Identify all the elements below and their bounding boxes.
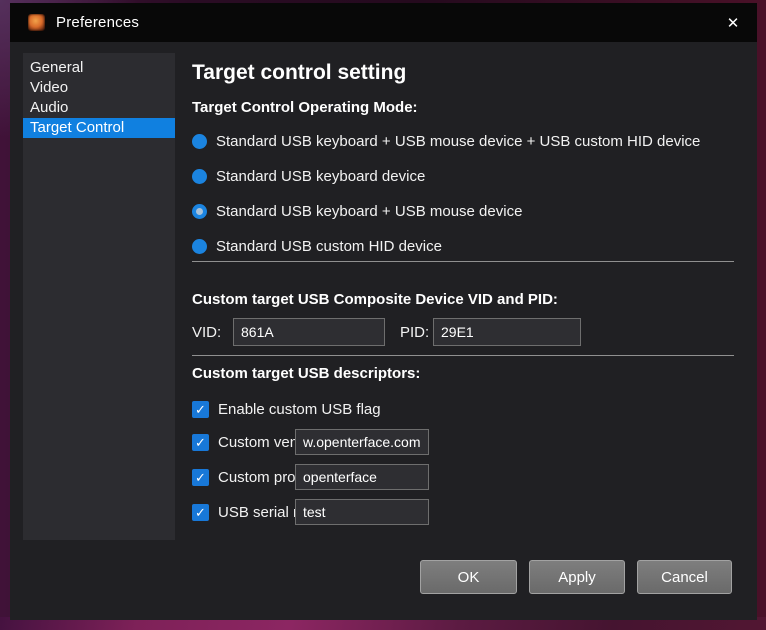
radio-unchecked-icon xyxy=(192,134,207,149)
ok-button[interactable]: OK xyxy=(420,560,517,594)
enable-custom-usb-flag-row[interactable]: Enable custom USB flag xyxy=(192,396,381,422)
checkbox-label: Enable custom USB flag xyxy=(218,401,381,418)
preferences-dialog: Preferences ✕ General Video Audio Target… xyxy=(10,3,757,620)
checkbox-checked-icon xyxy=(192,469,209,486)
radio-option-kb[interactable]: Standard USB keyboard device xyxy=(192,165,425,187)
product-descriptor-input[interactable] xyxy=(295,464,429,490)
radio-option-label: Standard USB keyboard + USB mouse device… xyxy=(216,133,700,150)
vid-pid-row: VID: PID: xyxy=(192,318,221,346)
sidebar-item-general[interactable]: General xyxy=(23,58,175,78)
radio-unchecked-icon xyxy=(192,239,207,254)
titlebar: Preferences ✕ xyxy=(10,3,757,42)
sidebar-item-audio[interactable]: Audio xyxy=(23,98,175,118)
checkbox-checked-icon xyxy=(192,401,209,418)
radio-unchecked-icon xyxy=(192,169,207,184)
checkbox-checked-icon xyxy=(192,434,209,451)
checkbox-checked-icon xyxy=(192,504,209,521)
radio-option-label: Standard USB custom HID device xyxy=(216,238,442,255)
radio-option-label: Standard USB keyboard device xyxy=(216,168,425,185)
vid-input[interactable] xyxy=(233,318,385,346)
vid-label: VID: xyxy=(192,324,221,341)
page-title: Target control setting xyxy=(192,61,406,85)
sidebar-item-target-control[interactable]: Target Control xyxy=(23,118,175,138)
radio-option-label: Standard USB keyboard + USB mouse device xyxy=(216,203,522,220)
radio-option-custom-hid[interactable]: Standard USB custom HID device xyxy=(192,235,442,257)
pid-label: PID: xyxy=(400,324,429,341)
radio-option-kb-mouse-hid[interactable]: Standard USB keyboard + USB mouse device… xyxy=(192,130,700,152)
operating-mode-heading: Target Control Operating Mode: xyxy=(192,99,418,116)
sidebar: General Video Audio Target Control xyxy=(23,53,175,540)
screen-background: Preferences ✕ General Video Audio Target… xyxy=(0,0,766,630)
vendor-descriptor-input[interactable] xyxy=(295,429,429,455)
radio-option-kb-mouse[interactable]: Standard USB keyboard + USB mouse device xyxy=(192,200,522,222)
vid-pid-heading: Custom target USB Composite Device VID a… xyxy=(192,291,558,308)
pid-input[interactable] xyxy=(433,318,581,346)
window-title: Preferences xyxy=(56,14,139,31)
serial-number-input[interactable] xyxy=(295,499,429,525)
apply-button[interactable]: Apply xyxy=(529,560,625,594)
close-icon[interactable]: ✕ xyxy=(711,3,755,42)
radio-checked-icon xyxy=(192,204,207,219)
descriptors-heading: Custom target USB descriptors: xyxy=(192,365,420,382)
app-icon xyxy=(28,14,45,31)
cancel-button[interactable]: Cancel xyxy=(637,560,732,594)
sidebar-item-video[interactable]: Video xyxy=(23,78,175,98)
separator xyxy=(192,261,734,262)
separator xyxy=(192,355,734,356)
